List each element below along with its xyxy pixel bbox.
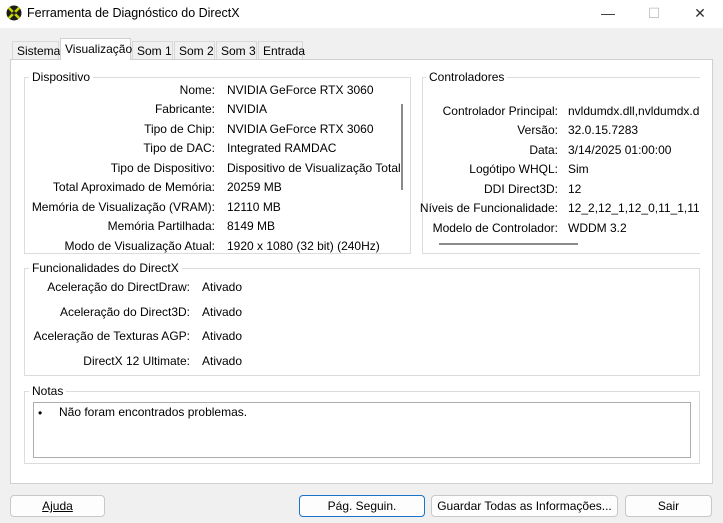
driver-label: Níveis de Funcionalidade: bbox=[419, 201, 558, 215]
directx-app-icon bbox=[6, 5, 22, 21]
driver-row-data: Data: 3/14/2025 01:00:00 bbox=[0, 142, 700, 158]
tab-som-3[interactable]: Som 3 bbox=[216, 41, 257, 60]
driver-row-modelo: Modelo de Controlador: WDDM 3.2 bbox=[0, 220, 700, 236]
driver-row-versao: Versão: 32.0.15.7283 bbox=[0, 122, 700, 138]
tab-sistema[interactable]: Sistema bbox=[12, 41, 60, 60]
feature-value: Ativado bbox=[202, 305, 243, 319]
note-item: Não foram encontrados problemas. bbox=[59, 405, 248, 419]
driver-label: Controlador Principal: bbox=[442, 104, 558, 118]
driver-row-whql: Logótipo WHQL: Sim bbox=[0, 161, 700, 177]
minimize-icon: — bbox=[601, 5, 615, 21]
feature-label: Aceleração do Direct3D: bbox=[59, 305, 190, 319]
feature-label: DirectX 12 Ultimate: bbox=[83, 354, 190, 368]
maximize-icon: ☐ bbox=[647, 4, 661, 21]
driver-row-controlador-principal: Controlador Principal: nvldumdx.dll,nvld… bbox=[0, 103, 700, 119]
window-title: Ferramenta de Diagnóstico do DirectX bbox=[27, 6, 240, 20]
help-button[interactable]: Ajuda bbox=[10, 495, 105, 517]
driver-label: Logótipo WHQL: bbox=[469, 162, 558, 176]
driver-value: 12 bbox=[568, 182, 582, 196]
feature-row-dx12-ultimate: DirectX 12 Ultimate: Ativado bbox=[0, 353, 400, 369]
exit-button[interactable]: Sair bbox=[625, 495, 712, 517]
driver-label: Versão: bbox=[517, 123, 558, 137]
device-label: Nome: bbox=[179, 83, 215, 97]
device-label: Modo de Visualização Atual: bbox=[64, 239, 215, 253]
close-icon: ✕ bbox=[694, 4, 706, 21]
maximize-button[interactable]: ☐ bbox=[631, 0, 677, 26]
driver-horizontal-scrollbar[interactable] bbox=[439, 243, 578, 245]
next-page-button[interactable]: Pág. Seguin. bbox=[299, 495, 425, 517]
driver-value: nvldumdx.dll,nvldumdx.dll,nvldumdx.dll bbox=[568, 104, 699, 118]
close-button[interactable]: ✕ bbox=[677, 0, 723, 26]
minimize-button[interactable]: — bbox=[585, 0, 631, 26]
driver-value: 12_2,12_1,12_0,11_1,11_0 bbox=[568, 201, 699, 215]
device-value: NVIDIA GeForce RTX 3060 bbox=[227, 83, 374, 97]
feature-row-agp: Aceleração de Texturas AGP: Ativado bbox=[0, 328, 400, 344]
notes-textbox[interactable]: • Não foram encontrados problemas. bbox=[33, 402, 691, 458]
driver-value: 3/14/2025 01:00:00 bbox=[568, 143, 672, 157]
driver-value: 32.0.15.7283 bbox=[568, 123, 639, 137]
save-all-info-button[interactable]: Guardar Todas as Informações... bbox=[431, 495, 618, 517]
device-row-modo-visualizacao: Modo de Visualização Atual: 1920 x 1080 … bbox=[0, 238, 400, 254]
driver-value: WDDM 3.2 bbox=[568, 221, 627, 235]
tab-entrada[interactable]: Entrada bbox=[258, 41, 305, 60]
feature-row-directdraw: Aceleração do DirectDraw: Ativado bbox=[0, 279, 400, 295]
feature-value: Ativado bbox=[202, 329, 243, 343]
tab-visualizacao[interactable]: Visualização bbox=[60, 38, 132, 60]
feature-value: Ativado bbox=[202, 354, 243, 368]
driver-row-niveis: Níveis de Funcionalidade: 12_2,12_1,12_0… bbox=[0, 200, 700, 216]
device-value: 1920 x 1080 (32 bit) (240Hz) bbox=[227, 239, 380, 253]
driver-label: Modelo de Controlador: bbox=[432, 221, 558, 235]
feature-value: Ativado bbox=[202, 280, 243, 294]
tab-som-2[interactable]: Som 2 bbox=[174, 41, 215, 60]
title-bar: Ferramenta de Diagnóstico do DirectX — ☐… bbox=[0, 0, 723, 28]
driver-value: Sim bbox=[568, 162, 589, 176]
bullet-icon: • bbox=[38, 406, 43, 420]
feature-label: Aceleração de Texturas AGP: bbox=[33, 329, 190, 343]
funcionalidades-group-title: Funcionalidades do DirectX bbox=[29, 261, 182, 275]
device-row-nome: Nome: NVIDIA GeForce RTX 3060 bbox=[0, 82, 400, 98]
feature-row-direct3d: Aceleração do Direct3D: Ativado bbox=[0, 304, 400, 320]
controladores-group-title: Controladores bbox=[426, 70, 508, 84]
feature-label: Aceleração do DirectDraw: bbox=[47, 280, 190, 294]
driver-label: DDI Direct3D: bbox=[483, 182, 558, 196]
tab-som-1[interactable]: Som 1 bbox=[132, 41, 173, 60]
driver-label: Data: bbox=[529, 143, 558, 157]
driver-row-ddi: DDI Direct3D: 12 bbox=[0, 181, 700, 197]
notas-group-title: Notas bbox=[29, 384, 67, 398]
help-button-label: Ajuda bbox=[42, 499, 73, 513]
tab-bar: Sistema Visualização Som 1 Som 2 Som 3 E… bbox=[0, 38, 723, 60]
